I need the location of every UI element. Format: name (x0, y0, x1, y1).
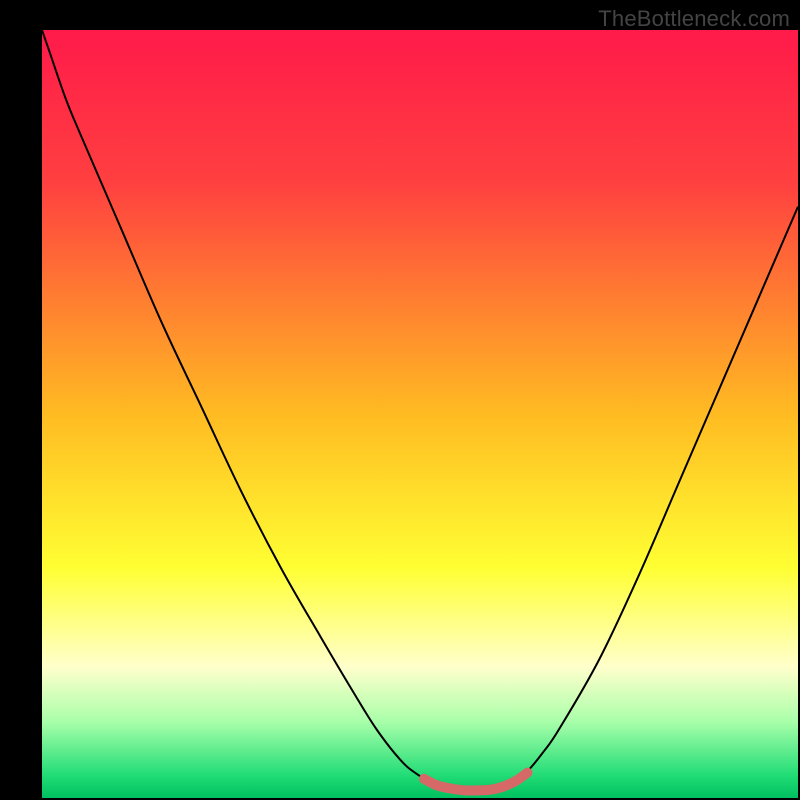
chart-container: TheBottleneck.com (0, 0, 800, 800)
chart-gradient-background (42, 30, 798, 798)
watermark-text: TheBottleneck.com (598, 6, 790, 32)
bottleneck-curve-chart (0, 0, 800, 800)
